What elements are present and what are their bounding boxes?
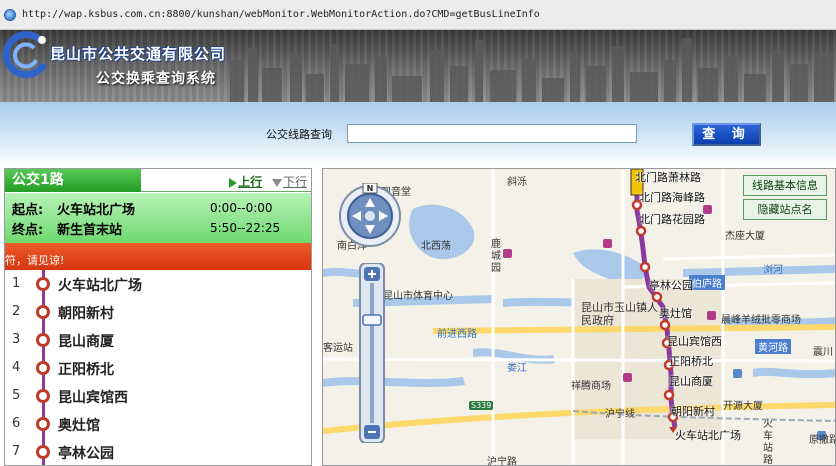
stop-list: 1 火车站北广场 2 朝阳新村 3 昆山商厦 4 正阳桥北 5 昆山宾馆西 6 … xyxy=(5,270,311,465)
company-logo xyxy=(2,31,48,79)
route-title: 公交1路 xyxy=(5,169,141,192)
end-stop: 新生首末站 xyxy=(57,223,123,238)
map-stop-label: 北门路花园路 xyxy=(639,213,705,226)
hide-stop-names-button[interactable]: 隐藏站点名 xyxy=(743,199,827,220)
search-button[interactable]: 查 询 xyxy=(692,123,761,146)
route-basic-info-button[interactable]: 线路基本信息 xyxy=(743,175,827,196)
stop-item[interactable]: 4 正阳桥北 xyxy=(5,354,311,382)
stop-name: 正阳桥北 xyxy=(58,362,114,378)
map-label: 震川 xyxy=(813,347,833,358)
map-label: 昆山市玉山镇人民政府 xyxy=(581,301,658,327)
search-label: 公交线路查询 xyxy=(266,128,332,141)
map-label: 原撤路 xyxy=(809,435,836,446)
direction-links: 上行 下行 xyxy=(229,173,307,190)
stop-number: 3 xyxy=(12,332,21,347)
stop-item[interactable]: 7 亭林公园 xyxy=(5,438,311,465)
stop-item[interactable]: 1 火车站北广场 xyxy=(5,270,311,298)
play-right-icon xyxy=(229,177,238,188)
map-stop-label: 北门路海峰路 xyxy=(639,191,705,204)
stop-number: 1 xyxy=(12,276,21,291)
map-label: 杰座大厦 xyxy=(725,231,765,242)
stop-number: 4 xyxy=(12,360,21,375)
road-badge: 伯庐路 xyxy=(689,275,725,290)
route-panel-header: 公交1路 上行 下行 xyxy=(5,169,311,192)
map-label: 客运站 xyxy=(323,343,353,354)
stop-marker-icon xyxy=(36,333,50,347)
map-label: 浏河 xyxy=(763,265,783,276)
start-stop: 火车站北广场 xyxy=(57,203,136,218)
stop-number: 5 xyxy=(12,388,21,403)
address-bar[interactable]: http://wap.ksbus.com.cn:8800/kunshan/web… xyxy=(0,0,836,30)
route-search-input[interactable] xyxy=(347,124,637,143)
map-stop-label: 昆山宾馆西 xyxy=(667,335,722,348)
map-label: 火车站路 xyxy=(763,419,773,466)
stop-item[interactable]: 6 奥灶馆 xyxy=(5,410,311,438)
skyline-graphic xyxy=(230,38,834,102)
down-direction-link[interactable]: 下行 xyxy=(271,175,307,189)
map-label: 斜泺 xyxy=(507,177,527,188)
stop-number: 6 xyxy=(12,416,21,431)
stop-marker-icon xyxy=(36,361,50,375)
map-label: 鹿城园 xyxy=(491,239,501,274)
map-label: 沪宁路 xyxy=(487,457,517,466)
company-name: 昆山市公共交通有限公司 xyxy=(50,45,227,63)
browser-icon xyxy=(4,8,16,21)
road-badge: 黄河路 xyxy=(755,339,791,354)
end-time: 5:50--22:25 xyxy=(210,221,281,235)
address-url[interactable]: http://wap.ksbus.com.cn:8800/kunshan/web… xyxy=(22,9,540,20)
compass-north-label: N xyxy=(367,184,374,193)
stop-name: 朝阳新村 xyxy=(58,306,114,322)
map-stop-label: 昆山商厦 xyxy=(669,375,713,388)
start-time: 0:00--0:00 xyxy=(210,201,273,215)
stop-item[interactable]: 5 昆山宾馆西 xyxy=(5,382,311,410)
stop-marker-icon xyxy=(36,389,50,403)
header-banner: 昆山市公共交通有限公司 公交换乘查询系统 xyxy=(0,30,836,102)
stop-name: 火车站北广场 xyxy=(58,278,142,294)
stop-name: 亭林公园 xyxy=(58,446,114,462)
end-label: 终点: xyxy=(12,223,44,238)
notice-banner: 符，请见谅! xyxy=(5,243,311,270)
stop-marker-icon xyxy=(36,277,50,291)
stop-name: 奥灶馆 xyxy=(58,418,100,434)
map-label: 娄江 xyxy=(507,363,527,374)
stop-marker-icon xyxy=(36,445,50,459)
stop-marker-icon xyxy=(36,305,50,319)
map-label: 前进西路 xyxy=(437,329,477,340)
map-label: 开源大厦 xyxy=(723,401,763,412)
map-pan-control[interactable]: N xyxy=(337,183,403,249)
stop-number: 7 xyxy=(12,444,21,459)
map-label: 沪宁线 xyxy=(605,409,635,420)
route-info: 起点: 火车站北广场 0:00--0:00 终点: 新生首末站 5:50--22… xyxy=(5,193,311,243)
map-label: 晨峰羊绒批零商场 xyxy=(721,315,801,326)
map-zoom-control[interactable] xyxy=(359,263,385,443)
stop-name: 昆山商厦 xyxy=(58,334,114,350)
start-label: 起点: xyxy=(12,203,44,218)
map-label: 昆山市体育中心 xyxy=(383,291,453,302)
map-stop-label: 火车站北广场 xyxy=(675,429,741,442)
stop-marker-icon xyxy=(36,417,50,431)
map-stop-label: 奥灶馆 xyxy=(659,307,692,320)
stop-name: 昆山宾馆西 xyxy=(58,390,128,406)
map-stop-label: 北门路萧林路 xyxy=(635,171,701,184)
stop-number: 2 xyxy=(12,304,21,319)
map-label: 祥腾商场 xyxy=(571,381,611,392)
stop-item[interactable]: 3 昆山商厦 xyxy=(5,326,311,354)
route-map[interactable]: 斜泺 观音堂 南白洋 北西荡 鹿城园 昆山市体育中心 昆山市玉山镇人民政府 前进… xyxy=(322,168,836,466)
system-name: 公交换乘查询系统 xyxy=(96,71,216,87)
map-stop-label: 亭林公园 xyxy=(649,279,693,292)
map-label: 北西荡 xyxy=(421,241,451,252)
map-stop-label: 朝阳新村 xyxy=(671,405,715,418)
stop-item[interactable]: 2 朝阳新村 xyxy=(5,298,311,326)
up-direction-link[interactable]: 上行 xyxy=(229,175,268,189)
route-panel: 公交1路 上行 下行 起点: 火车站北广场 0:00--0:00 终点: 新生首… xyxy=(4,168,312,466)
highway-shield: S339 xyxy=(469,401,494,410)
triangle-down-icon xyxy=(271,178,282,187)
map-stop-label: 正阳桥北 xyxy=(669,355,713,368)
